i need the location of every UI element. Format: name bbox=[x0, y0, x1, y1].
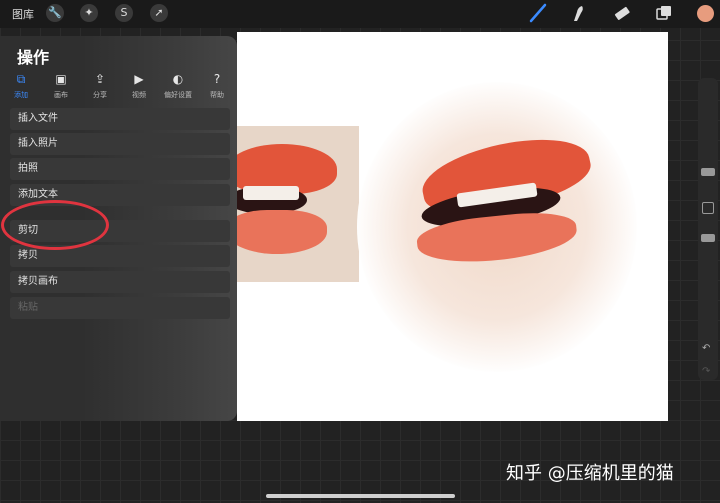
brush-icon[interactable] bbox=[528, 3, 548, 23]
undo-icon[interactable]: ↶ bbox=[702, 343, 710, 354]
tab-add[interactable]: ⧉ 添加 bbox=[4, 72, 38, 100]
opacity-slider[interactable] bbox=[701, 234, 715, 242]
menu-insert-photo[interactable]: 插入照片 bbox=[10, 133, 230, 155]
color-picker-swatch[interactable] bbox=[697, 5, 714, 22]
share-icon: ⇪ bbox=[94, 72, 106, 86]
tab-preferences[interactable]: ◐ 偏好设置 bbox=[161, 72, 195, 100]
menu-paste: 粘贴 bbox=[10, 297, 230, 319]
menu-copy-canvas[interactable]: 拷贝画布 bbox=[10, 271, 230, 293]
tab-canvas-label: 画布 bbox=[54, 91, 68, 99]
eraser-icon[interactable] bbox=[612, 3, 632, 23]
help-icon: ? bbox=[213, 72, 221, 86]
menu-insert-file[interactable]: 插入文件 bbox=[10, 108, 230, 130]
modify-button[interactable] bbox=[702, 202, 714, 214]
canvas-icon: ▣ bbox=[55, 72, 67, 86]
tab-add-label: 添加 bbox=[14, 91, 28, 99]
actions-panel: 操作 ⧉ 添加 ▣ 画布 ⇪ 分享 ▶ 视频 ◐ 偏好设置 ? 帮助 插入文件 … bbox=[0, 36, 237, 421]
drawing-canvas[interactable] bbox=[237, 32, 668, 421]
magic-wand-icon[interactable]: ✦ bbox=[80, 4, 98, 22]
home-indicator[interactable] bbox=[266, 494, 455, 498]
selection-s-icon[interactable]: S bbox=[115, 4, 133, 22]
tab-video[interactable]: ▶ 视频 bbox=[122, 72, 156, 100]
tab-help-label: 帮助 bbox=[210, 91, 224, 99]
annotation-circle bbox=[1, 200, 109, 250]
layers-icon[interactable] bbox=[654, 3, 674, 23]
panel-title: 操作 bbox=[17, 48, 50, 67]
tab-share[interactable]: ⇪ 分享 bbox=[83, 72, 117, 100]
tab-canvas[interactable]: ▣ 画布 bbox=[44, 72, 78, 100]
prefs-toggle-icon: ◐ bbox=[172, 72, 184, 86]
wrench-icon[interactable]: 🔧 bbox=[46, 4, 64, 22]
painted-lips bbox=[357, 82, 637, 372]
top-toolbar: 图库 🔧 ✦ S ➚ bbox=[0, 0, 720, 28]
video-icon: ▶ bbox=[134, 72, 144, 86]
add-icon: ⧉ bbox=[16, 72, 26, 86]
tab-preferences-label: 偏好设置 bbox=[164, 91, 192, 99]
watermark: 知乎 @压缩机里的猫 bbox=[506, 463, 674, 484]
redo-icon[interactable]: ↷ bbox=[702, 366, 710, 377]
tab-help[interactable]: ? 帮助 bbox=[200, 72, 234, 100]
brush-size-slider[interactable] bbox=[701, 168, 715, 176]
menu-take-photo[interactable]: 拍照 bbox=[10, 158, 230, 180]
transform-arrow-icon[interactable]: ➚ bbox=[150, 4, 168, 22]
teeth-photo bbox=[243, 186, 299, 200]
gallery-button[interactable]: 图库 bbox=[12, 6, 34, 22]
side-slider-rail: ↶ ↷ bbox=[698, 78, 718, 380]
tab-video-label: 视频 bbox=[132, 91, 146, 99]
tab-share-label: 分享 bbox=[93, 91, 107, 99]
smudge-icon[interactable] bbox=[568, 3, 588, 23]
reference-photo bbox=[237, 126, 359, 282]
lower-lip-photo bbox=[237, 210, 327, 254]
